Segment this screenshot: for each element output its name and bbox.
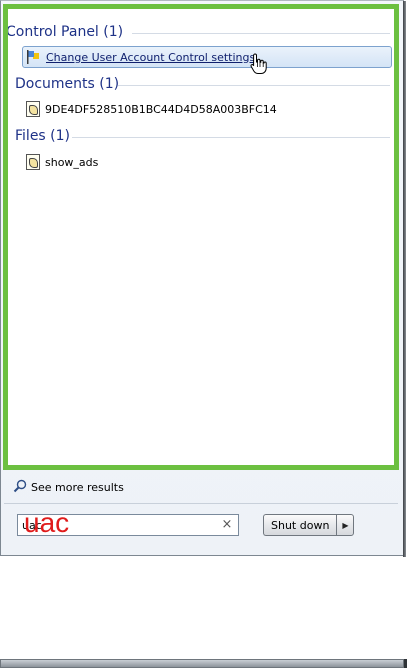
see-more-results-link[interactable]: See more results: [13, 479, 124, 496]
see-more-label: See more results: [31, 481, 124, 494]
results-highlight-box: [3, 4, 399, 470]
page: Control Panel (1) Change User Account Co…: [0, 0, 408, 671]
shutdown-options-button[interactable]: ▶: [336, 514, 355, 536]
search-icon: [13, 479, 27, 496]
shutdown-label: Shut down: [271, 518, 330, 532]
chevron-right-icon: ▶: [342, 520, 349, 530]
search-input[interactable]: [22, 518, 212, 532]
shutdown-group: Shut down ▶: [263, 514, 355, 536]
separator: [4, 503, 398, 504]
search-box[interactable]: uac ×: [17, 509, 239, 537]
shutdown-button[interactable]: Shut down: [263, 514, 337, 536]
taskbar-strip: [0, 659, 407, 668]
close-icon[interactable]: ×: [221, 518, 233, 532]
